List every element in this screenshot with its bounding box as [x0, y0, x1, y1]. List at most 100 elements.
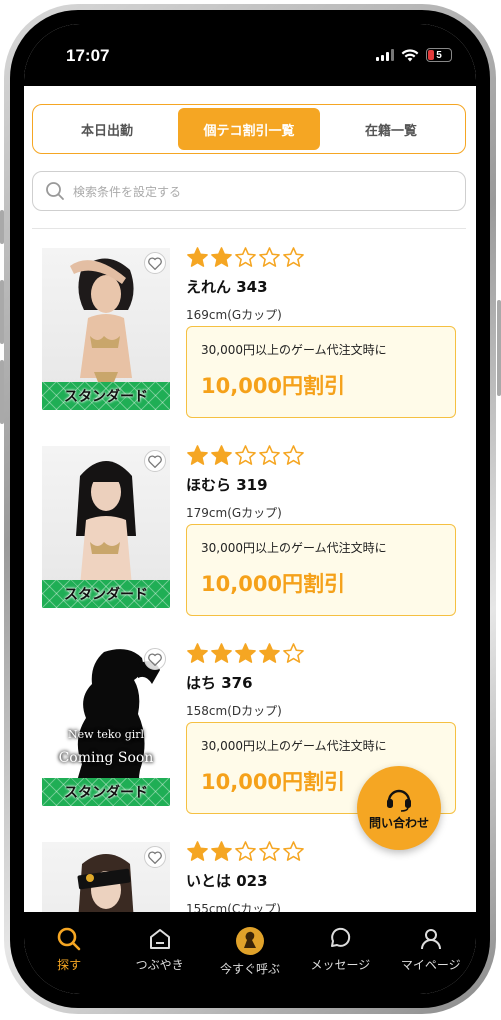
nav-tweets-label: つぶやき: [135, 958, 184, 972]
nav-call-now[interactable]: 今すぐ呼ぶ: [209, 926, 291, 994]
offer-condition: 30,000円以上のゲーム代注文時に: [201, 739, 387, 753]
favorite-heart-icon[interactable]: [144, 648, 166, 670]
rating-stars: [186, 642, 305, 665]
star-filled-icon: [187, 445, 208, 465]
dynamic-island: [196, 40, 314, 70]
offer-amount: 10,000円割引: [201, 572, 346, 596]
nav-call-now-label: 今すぐ呼ぶ: [219, 962, 280, 976]
contact-button[interactable]: 問い合わせ: [357, 766, 441, 850]
status-time: 17:07: [66, 46, 110, 65]
offer-condition: 30,000円以上のゲーム代注文時に: [201, 541, 387, 555]
favorite-heart-icon[interactable]: [144, 846, 166, 868]
cast-card[interactable]: スタンダード ほむら 319 179cm(Gカップ) 30,000円以上のゲーム…: [42, 444, 462, 630]
nav-mypage[interactable]: マイページ: [390, 926, 472, 994]
star-filled-icon: [211, 841, 232, 861]
cast-photo[interactable]: [42, 842, 170, 912]
star-filled-icon: [211, 247, 232, 267]
battery-icon: 5: [426, 48, 452, 62]
volume-up-button: [0, 280, 4, 344]
star-filled-icon: [187, 247, 208, 267]
search-placeholder: 検索条件を設定する: [73, 184, 182, 199]
cast-size: 179cm(Gカップ): [186, 506, 282, 520]
cast-name: はち 376: [186, 674, 253, 692]
rank-badge: スタンダード: [42, 778, 170, 806]
discount-offer[interactable]: 30,000円以上のゲーム代注文時に 10,000円割引: [186, 326, 456, 418]
signal-icon: [376, 49, 394, 61]
offer-amount: 10,000円割引: [201, 374, 346, 398]
tab-bar: 本日出勤 個テコ割引一覧 在籍一覧: [32, 104, 466, 154]
bottom-nav: 探す つぶやき 今すぐ呼ぶ メッセージ マイページ: [24, 912, 476, 994]
phone-frame: 17:07 5 本日出勤 個テコ割引一覧 在籍一覧 検索条件を設定する スタンダ…: [4, 4, 496, 1014]
search-input[interactable]: 検索条件を設定する: [32, 171, 466, 211]
volume-down-button: [0, 360, 4, 424]
star-empty-icon: [283, 247, 304, 267]
star-filled-icon: [187, 643, 208, 663]
screen: 17:07 5 本日出勤 個テコ割引一覧 在籍一覧 検索条件を設定する スタンダ…: [24, 24, 476, 994]
rank-badge: スタンダード: [42, 382, 170, 410]
cast-photo[interactable]: New teko girl Coming Soon スタンダード: [42, 644, 170, 806]
star-empty-icon: [259, 247, 280, 267]
star-empty-icon: [235, 247, 256, 267]
favorite-heart-icon[interactable]: [144, 252, 166, 274]
action-button: [0, 210, 4, 244]
discount-offer[interactable]: 30,000円以上のゲーム代注文時に 10,000円割引: [186, 524, 456, 616]
nav-tweets[interactable]: つぶやき: [119, 926, 201, 994]
star-empty-icon: [259, 841, 280, 861]
phone-bezel: 17:07 5 本日出勤 個テコ割引一覧 在籍一覧 検索条件を設定する スタンダ…: [10, 10, 490, 1008]
cast-name: いとは 023: [186, 872, 268, 890]
home-icon: [149, 929, 170, 949]
star-filled-icon: [235, 643, 256, 663]
nav-messages-label: メッセージ: [310, 958, 371, 972]
rank-badge-label: スタンダード: [64, 389, 148, 405]
user-icon: [420, 929, 441, 950]
cast-card[interactable]: いとは 023 155cm(Cカップ): [42, 840, 462, 912]
search-icon: [46, 182, 64, 200]
contact-button-label: 問い合わせ: [368, 815, 429, 830]
divider: [32, 228, 466, 229]
star-empty-icon: [235, 841, 256, 861]
wifi-icon: [401, 48, 419, 61]
cast-photo[interactable]: スタンダード: [42, 446, 170, 608]
star-filled-icon: [211, 445, 232, 465]
offer-condition: 30,000円以上のゲーム代注文時に: [201, 343, 387, 357]
rank-badge-label: スタンダード: [64, 785, 148, 801]
star-filled-icon: [211, 643, 232, 663]
search-icon: [57, 927, 81, 951]
rating-stars: [186, 246, 305, 269]
battery-level: 5: [436, 49, 442, 61]
nav-search[interactable]: 探す: [28, 926, 110, 994]
tab-today-attendance[interactable]: 本日出勤: [36, 108, 178, 150]
favorite-heart-icon[interactable]: [144, 450, 166, 472]
star-empty-icon: [283, 643, 304, 663]
rank-badge-label: スタンダード: [64, 587, 148, 603]
cast-photo[interactable]: スタンダード: [42, 248, 170, 410]
star-filled-icon: [259, 643, 280, 663]
nav-mypage-label: マイページ: [400, 958, 461, 972]
cast-size: 169cm(Gカップ): [186, 308, 282, 322]
star-filled-icon: [187, 841, 208, 861]
cast-card[interactable]: スタンダード えれん 343 169cm(Gカップ) 30,000円以上のゲーム…: [42, 246, 462, 432]
call-now-icon: [235, 927, 264, 955]
nav-search-label: 探す: [57, 958, 82, 972]
cast-size: 155cm(Cカップ): [186, 902, 281, 912]
tab-roster[interactable]: 在籍一覧: [320, 108, 462, 150]
rank-badge: スタンダード: [42, 580, 170, 608]
nav-messages[interactable]: メッセージ: [299, 926, 381, 994]
message-icon: [331, 927, 351, 947]
rating-stars: [186, 840, 305, 863]
star-empty-icon: [283, 841, 304, 861]
star-empty-icon: [283, 445, 304, 465]
rating-stars: [186, 444, 305, 467]
photo-caption-1: New teko girl: [67, 728, 145, 741]
cast-size: 158cm(Dカップ): [186, 704, 282, 718]
headset-icon: [387, 789, 411, 812]
cast-name: えれん 343: [186, 278, 268, 296]
status-icons: 5: [376, 48, 452, 62]
star-empty-icon: [259, 445, 280, 465]
star-empty-icon: [235, 445, 256, 465]
tab-discount-list[interactable]: 個テコ割引一覧: [178, 108, 320, 150]
photo-caption-2: Coming Soon: [58, 750, 154, 766]
power-button: [497, 300, 501, 396]
cast-name: ほむら 319: [186, 476, 268, 494]
status-bar: 17:07 5: [24, 24, 476, 86]
